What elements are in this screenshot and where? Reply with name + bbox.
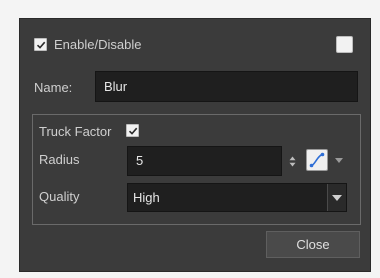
radius-field[interactable]: 5 <box>127 146 282 176</box>
up-down-arrows-icon[interactable] <box>289 156 296 167</box>
chevron-down-icon[interactable] <box>335 158 343 163</box>
color-swatch[interactable] <box>336 36 353 53</box>
checkmark-icon <box>128 127 138 135</box>
quality-selected: High <box>133 190 160 205</box>
radius-label: Radius <box>39 152 80 167</box>
checkmark-icon <box>36 41 46 49</box>
blur-effect-panel: Enable/Disable Name: Blur Truck Factor R… <box>19 18 371 272</box>
close-label: Close <box>296 237 330 252</box>
name-field[interactable]: Blur <box>95 71 358 102</box>
parameters-group: Truck Factor Radius 5 Quality High <box>32 114 361 225</box>
name-label: Name: <box>34 80 73 95</box>
enable-label: Enable/Disable <box>54 37 142 52</box>
truck-factor-label: Truck Factor <box>39 124 112 139</box>
dropdown-arrow-box[interactable] <box>327 184 346 211</box>
dialog-frame: Enable/Disable Name: Blur Truck Factor R… <box>0 0 380 278</box>
chevron-down-icon <box>332 195 342 201</box>
truck-factor-checkbox[interactable] <box>126 124 139 137</box>
enable-checkbox[interactable] <box>34 38 47 51</box>
quality-dropdown[interactable]: High <box>127 183 347 212</box>
function-curve-button[interactable] <box>306 149 328 171</box>
close-button[interactable]: Close <box>266 231 360 258</box>
quality-label: Quality <box>39 189 80 204</box>
function-curve-icon <box>309 152 325 168</box>
